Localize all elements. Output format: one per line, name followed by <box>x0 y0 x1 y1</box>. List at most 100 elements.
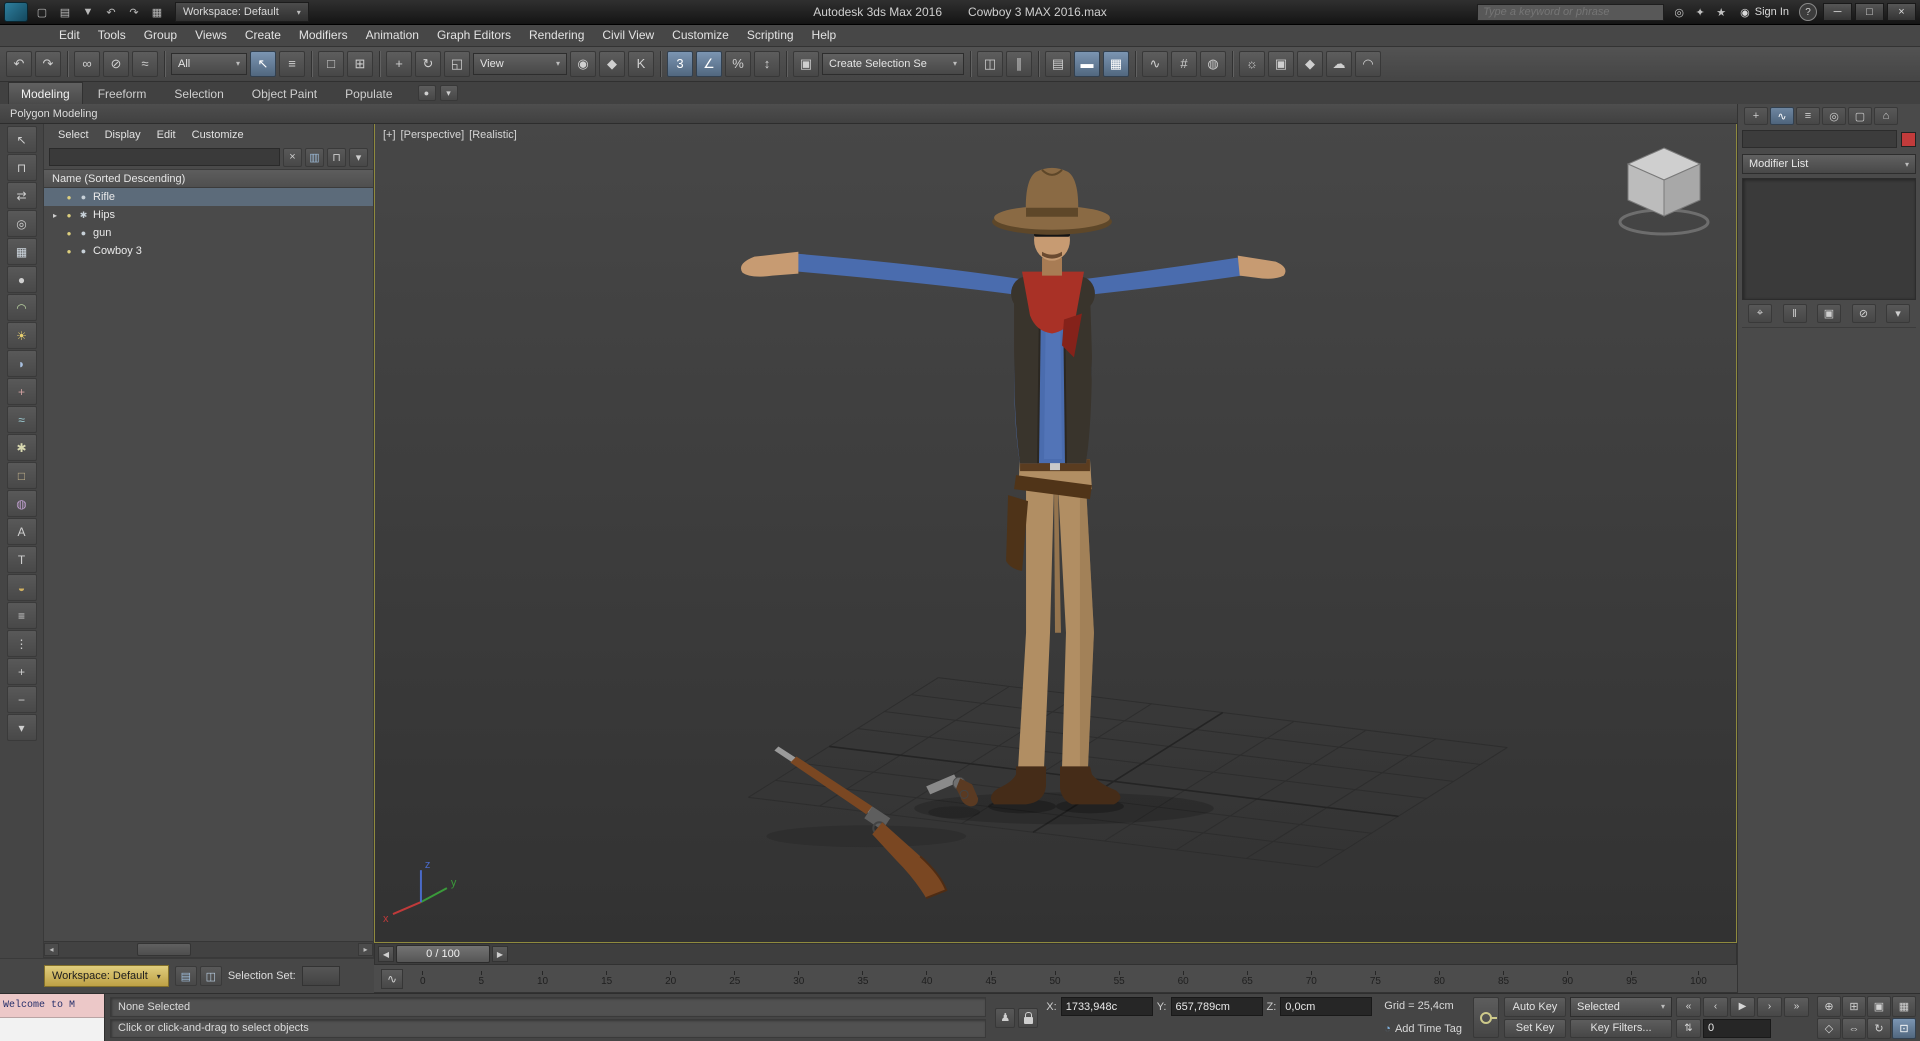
timeline-tick[interactable]: 100 <box>1690 970 1707 987</box>
redo-icon[interactable]: ↷ <box>35 50 61 77</box>
visibility-bulb-icon[interactable]: ● <box>64 193 74 202</box>
display-shapes-icon[interactable]: ◠ <box>6 294 37 321</box>
sort-alphabetical-icon[interactable]: A <box>6 518 37 545</box>
explorer-menu-item[interactable]: Edit <box>149 126 184 144</box>
x-coordinate-field[interactable] <box>1060 997 1153 1016</box>
add-time-tag-button[interactable]: ◔ Add Time Tag <box>1384 1023 1462 1035</box>
tab-hierarchy-icon[interactable]: ≡ <box>1796 107 1820 125</box>
timeline-tick[interactable]: 70 <box>1306 970 1317 987</box>
minimize-button[interactable]: ─ <box>1823 3 1852 21</box>
play-button[interactable]: ▶ <box>1730 997 1755 1017</box>
curve-editor-icon[interactable]: ∿ <box>1142 50 1168 77</box>
timeline-tick[interactable]: 80 <box>1434 970 1445 987</box>
menu-item[interactable]: Create <box>236 25 290 45</box>
menu-item[interactable]: Edit <box>50 25 89 45</box>
lock-cell-editing-icon[interactable]: ⊓ <box>6 154 37 181</box>
previous-frame-button[interactable]: ‹ <box>1703 997 1728 1017</box>
scroll-left-icon[interactable]: ◂ <box>44 943 59 956</box>
window-crossing-icon[interactable]: ⊞ <box>347 50 373 77</box>
view-list-icon[interactable]: ≡ <box>6 602 37 629</box>
render-production-icon[interactable]: ◆ <box>1297 50 1323 77</box>
spinner-snap-icon[interactable]: ↕ <box>754 50 780 77</box>
viewport-view-menu[interactable]: [Perspective] <box>401 129 465 141</box>
ribbon-tab[interactable]: Modeling <box>8 82 83 104</box>
tab-motion-icon[interactable]: ◎ <box>1822 107 1846 125</box>
remove-modifier-icon[interactable]: ⊘ <box>1851 304 1876 323</box>
ribbon-config-icon[interactable]: ● <box>417 85 436 101</box>
layers-toolbar-icon[interactable]: ▤ <box>174 966 197 986</box>
explorer-row-gun[interactable]: ● ● gun <box>44 224 373 242</box>
undo-icon[interactable]: ↶ <box>6 50 32 77</box>
percent-snap-icon[interactable]: % <box>725 50 751 77</box>
select-and-link-icon[interactable]: ∞ <box>74 50 100 77</box>
timeline-tick[interactable]: 45 <box>985 970 997 987</box>
display-cameras-icon[interactable]: ◗ <box>6 350 37 377</box>
sort-by-type-icon[interactable]: T <box>6 546 37 573</box>
current-frame-field[interactable] <box>1703 1018 1771 1038</box>
display-geometry-icon[interactable]: ● <box>6 266 37 293</box>
object-name-field[interactable] <box>1742 130 1897 148</box>
orbit-icon[interactable]: ↻ <box>1867 1018 1891 1039</box>
undo-icon[interactable]: ↶ <box>101 3 121 21</box>
select-and-rotate-icon[interactable]: ↻ <box>415 50 441 77</box>
time-slider-handle[interactable]: 0 / 100 <box>396 945 490 963</box>
set-key-button[interactable]: Set Key <box>1504 1018 1566 1038</box>
scrollbar-thumb[interactable] <box>137 943 191 956</box>
timeline-tick[interactable]: 75 <box>1370 970 1381 987</box>
modifier-stack[interactable] <box>1742 178 1916 300</box>
rifle-model[interactable] <box>766 746 967 900</box>
snaps-toggle-3d-icon[interactable]: 3 <box>667 50 693 77</box>
scroll-right-icon[interactable]: ▸ <box>358 943 373 956</box>
explorer-menu-item[interactable]: Display <box>97 126 149 144</box>
workspace-selector-dropdown[interactable]: Workspace: Default <box>44 965 169 987</box>
explorer-row-cowboy3[interactable]: ● ● Cowboy 3 <box>44 242 373 260</box>
menu-item[interactable]: Customize <box>663 25 738 45</box>
maximize-button[interactable]: □ <box>1855 3 1884 21</box>
object-name[interactable]: Cowboy 3 <box>93 245 142 257</box>
reference-coordinate-system-dropdown[interactable]: View <box>473 52 567 75</box>
next-frame-button[interactable]: › <box>1757 997 1782 1017</box>
save-file-icon[interactable]: ▼ <box>78 3 98 21</box>
display-all-icon[interactable]: ▦ <box>6 238 37 265</box>
visibility-bulb-icon[interactable]: ● <box>64 229 74 238</box>
material-editor-icon[interactable]: ◍ <box>1200 50 1226 77</box>
pan-icon[interactable]: ⇔ <box>1842 1018 1866 1039</box>
timeline-tick[interactable]: 65 <box>1242 970 1253 987</box>
open-gallery-icon[interactable]: ◠ <box>1355 50 1381 77</box>
object-name[interactable]: gun <box>93 227 111 239</box>
polygon-modeling-panel[interactable]: Polygon Modeling <box>0 104 1737 124</box>
viewport-shading-menu[interactable]: [Realistic] <box>469 129 517 141</box>
help-icon[interactable]: ? <box>1799 3 1817 21</box>
visibility-bulb-icon[interactable]: ● <box>64 247 74 256</box>
timeline-tick[interactable]: 60 <box>1178 970 1189 987</box>
timeline-tick[interactable]: 25 <box>729 970 740 987</box>
display-containers-icon[interactable]: □ <box>6 462 37 489</box>
clear-search-icon[interactable]: × <box>283 147 302 167</box>
selection-sets-icon[interactable]: ◫ <box>199 966 222 986</box>
ribbon-tab[interactable]: Selection <box>161 82 236 104</box>
viewcube[interactable] <box>1612 138 1716 242</box>
object-name[interactable]: Hips <box>93 209 115 221</box>
timeline-tick[interactable]: 35 <box>857 970 868 987</box>
ribbon-toggle-icon[interactable]: ▬ <box>1074 50 1100 77</box>
ribbon-minimize-icon[interactable]: ▾ <box>439 85 458 101</box>
sign-in-button[interactable]: ◉ Sign In <box>1736 6 1793 19</box>
explorer-row-rifle[interactable]: ● ● Rifle <box>44 188 373 206</box>
key-filters-button[interactable]: Key Filters... <box>1570 1018 1672 1038</box>
object-color-swatch[interactable] <box>1901 131 1916 147</box>
key-mode-dropdown[interactable]: Selected <box>1570 997 1672 1017</box>
search-input[interactable] <box>1477 3 1665 21</box>
key-mode-toggle-icon[interactable]: ⇅ <box>1676 1018 1701 1038</box>
use-pivot-point-center-icon[interactable]: ◉ <box>570 50 596 77</box>
tab-create-icon[interactable]: + <box>1744 107 1768 125</box>
view-hierarchy-icon[interactable]: ⋮ <box>6 630 37 657</box>
timeline-tick[interactable]: 50 <box>1050 970 1061 987</box>
pick-parent-icon[interactable]: ↖ <box>6 126 37 153</box>
menu-item[interactable]: Animation <box>357 25 428 45</box>
explorer-horizontal-scrollbar[interactable]: ◂ ▸ <box>44 941 373 957</box>
set-keys-button[interactable] <box>1473 997 1499 1038</box>
project-folder-icon[interactable]: ▦ <box>147 3 167 21</box>
timeline-tick[interactable]: 90 <box>1562 970 1573 987</box>
explorer-menu-item[interactable]: Customize <box>184 126 252 144</box>
unlink-selection-icon[interactable]: ⊘ <box>103 50 129 77</box>
